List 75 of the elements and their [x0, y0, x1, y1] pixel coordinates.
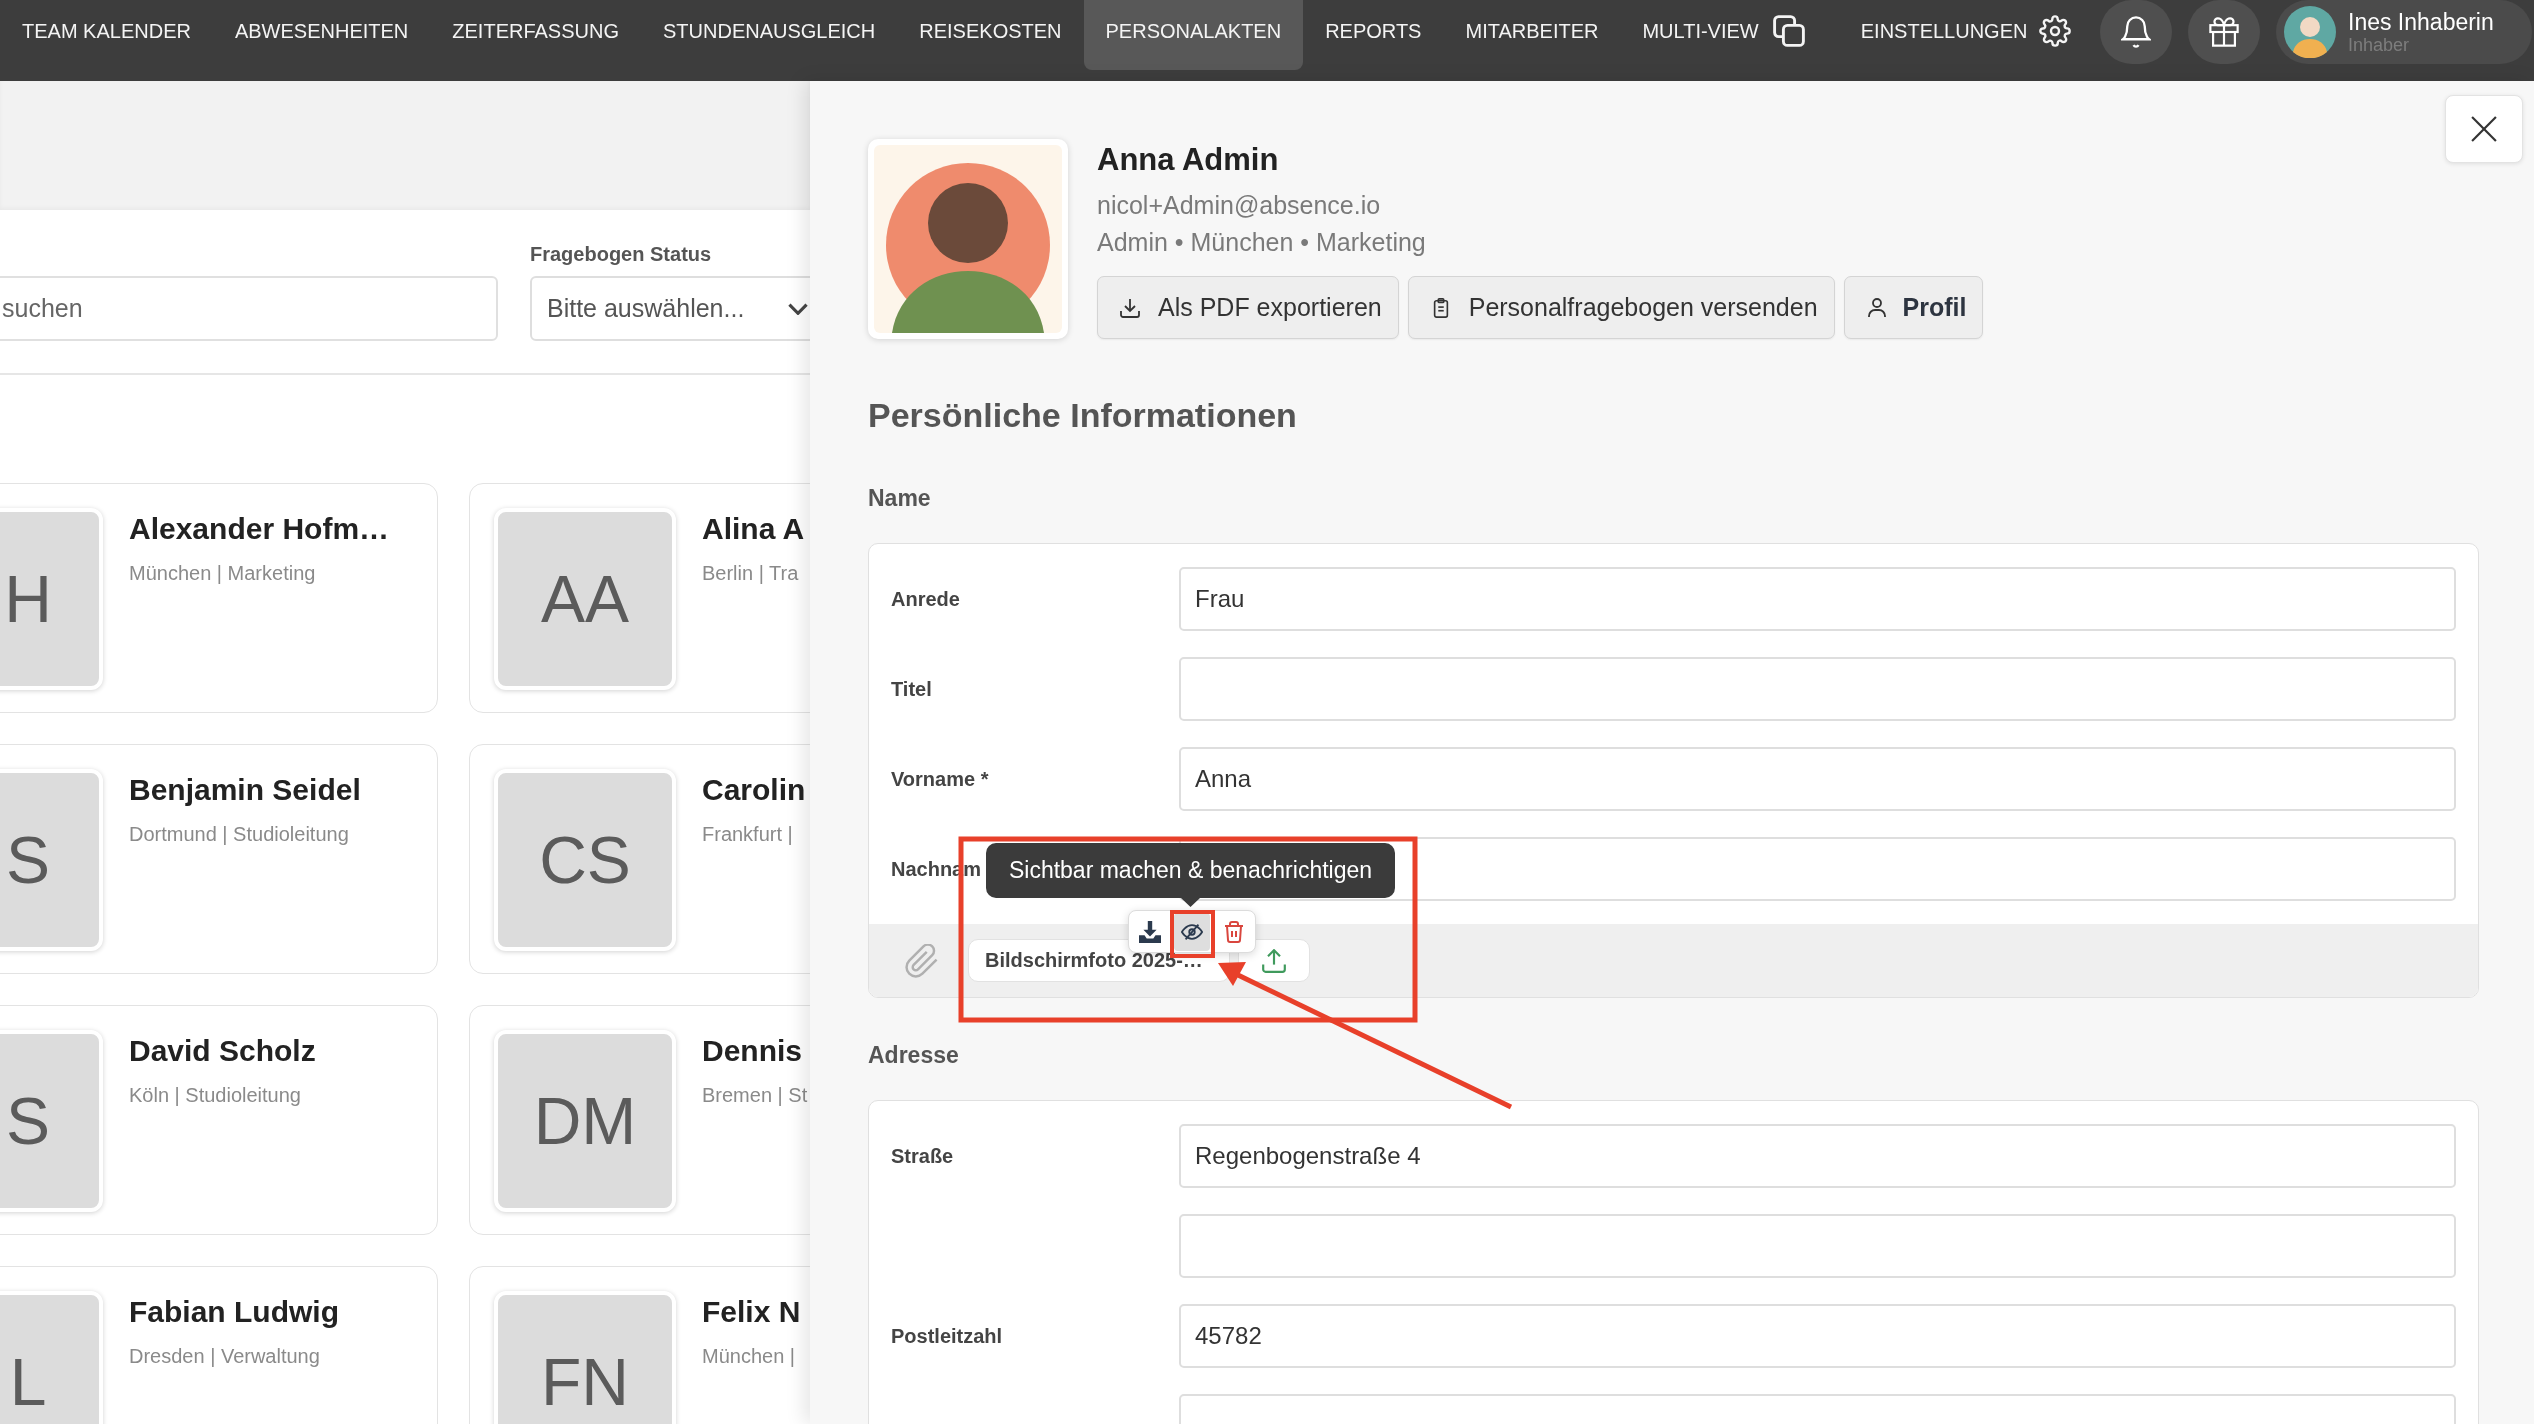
trash-icon	[1223, 920, 1245, 943]
group-title: Adresse	[868, 1041, 960, 1070]
text-field[interactable]: Regenbogenstraße 4	[1179, 1124, 2456, 1188]
nav-tab[interactable]: ABWESENHEITEN	[212, 0, 431, 70]
employee-card[interactable]: H Alexander Hofm… München | Marketing	[0, 483, 438, 713]
send-questionnaire-button[interactable]: Personalfragebogen versenden	[1407, 276, 1835, 339]
employee-card[interactable]: AA Alina A Berlin | Tra	[469, 483, 810, 713]
profile-button[interactable]: Profil	[1843, 276, 1984, 339]
search-field[interactable]: suchen	[0, 276, 498, 341]
close-button[interactable]	[2445, 95, 2523, 163]
text-field[interactable]: Anna	[1179, 747, 2456, 811]
employee-name: Felix N	[702, 1294, 801, 1330]
employee-details: München |	[702, 1344, 797, 1368]
nav-tab[interactable]: PERSONALAKTEN	[1083, 0, 1304, 70]
nav-tab[interactable]: TEAM KALENDER	[0, 0, 213, 70]
employee-details: Berlin | Tra	[702, 561, 800, 585]
employee-card[interactable]: S David Scholz Köln | Studioleitung	[0, 1005, 438, 1235]
close-icon	[2471, 116, 2497, 142]
section-title: Persönliche Informationen	[868, 395, 1298, 435]
employee-details: Bremen | St	[702, 1083, 808, 1107]
nav-tab[interactable]: REISEKOSTEN	[897, 0, 1084, 70]
user-name: Ines Inhaberin	[2348, 9, 2494, 35]
field-label: Vorname *	[891, 767, 989, 790]
employee-details: Dresden | Verwaltung	[129, 1344, 321, 1368]
field-label: Anrede	[891, 587, 960, 610]
employee-details: München | Marketing	[129, 561, 317, 585]
employee-name: Fabian Ludwig	[129, 1294, 339, 1330]
settings-icon	[2039, 15, 2072, 47]
employee-details: Dortmund | Studioleitung	[129, 822, 350, 846]
paperclip-icon	[905, 943, 939, 978]
employee-details: Frankfurt |	[702, 822, 794, 846]
field-label: Postleitzahl	[891, 1324, 1003, 1347]
text-field[interactable]	[1179, 1214, 2456, 1278]
employee-card[interactable]: S Benjamin Seidel Dortmund | Studioleitung	[0, 744, 438, 974]
employee-name: Alexander Hofm…	[129, 511, 390, 547]
employee-name: Carolin	[702, 772, 806, 808]
employee-card[interactable]: FN Felix N München |	[469, 1266, 810, 1424]
overlapping-squares-icon	[1772, 15, 1805, 47]
bell-icon	[2121, 16, 2151, 48]
download-icon	[1139, 920, 1161, 943]
text-field[interactable]: Frau	[1179, 567, 2456, 631]
download-icon	[1120, 297, 1140, 318]
group-title: Name	[868, 484, 932, 513]
employee-name: Dennis	[702, 1033, 804, 1069]
chevron-down-icon	[788, 302, 808, 315]
nav-tab[interactable]: REPORTS	[1303, 0, 1444, 70]
employee-name: David Scholz	[129, 1033, 316, 1069]
profile-avatar-icon	[868, 139, 1068, 339]
text-field[interactable]	[1179, 657, 2456, 721]
visibility-button[interactable]	[1174, 912, 1210, 951]
upload-icon	[1261, 948, 1286, 973]
nav-tab[interactable]: STUNDENAUSGLEICH	[641, 0, 898, 70]
status-select[interactable]: Bitte auswählen...	[530, 276, 810, 341]
employee-card[interactable]: CS Carolin Frankfurt |	[469, 744, 810, 974]
tooltip: Sichtbar machen & benachrichtigen	[986, 843, 1395, 907]
nav-tab[interactable]: EINSTELLUNGEN	[1838, 0, 2094, 70]
employee-name: Alina A	[702, 511, 805, 547]
employee-card[interactable]: DM Dennis Bremen | St	[469, 1005, 810, 1235]
profile-name: Anna Admin	[1097, 142, 1279, 178]
field-label: Titel	[891, 677, 932, 700]
nav-tab[interactable]: MULTI-VIEW	[1620, 0, 1827, 70]
field-label: Fragebogen Status	[530, 242, 713, 266]
text-field[interactable]: 45782	[1179, 1304, 2456, 1368]
profile-details: Admin • München • Marketing	[1097, 227, 1426, 257]
employee-details: Köln | Studioleitung	[129, 1083, 302, 1107]
field-label: Straße	[891, 1144, 954, 1167]
nav-tab[interactable]: MITARBEITER	[1443, 0, 1621, 70]
nav-tab[interactable]: ZEITERFASSUNG	[430, 0, 641, 70]
gift-icon	[2209, 16, 2239, 48]
export-pdf-button[interactable]: Als PDF exportieren	[1097, 276, 1399, 339]
employee-card[interactable]: L Fabian Ludwig Dresden | Verwaltung	[0, 1266, 438, 1424]
profile-email: nicol+Admin@absence.io	[1097, 190, 1381, 220]
person-icon	[1866, 297, 1887, 318]
avatar-icon	[2284, 6, 2336, 58]
employee-name: Benjamin Seidel	[129, 772, 361, 808]
